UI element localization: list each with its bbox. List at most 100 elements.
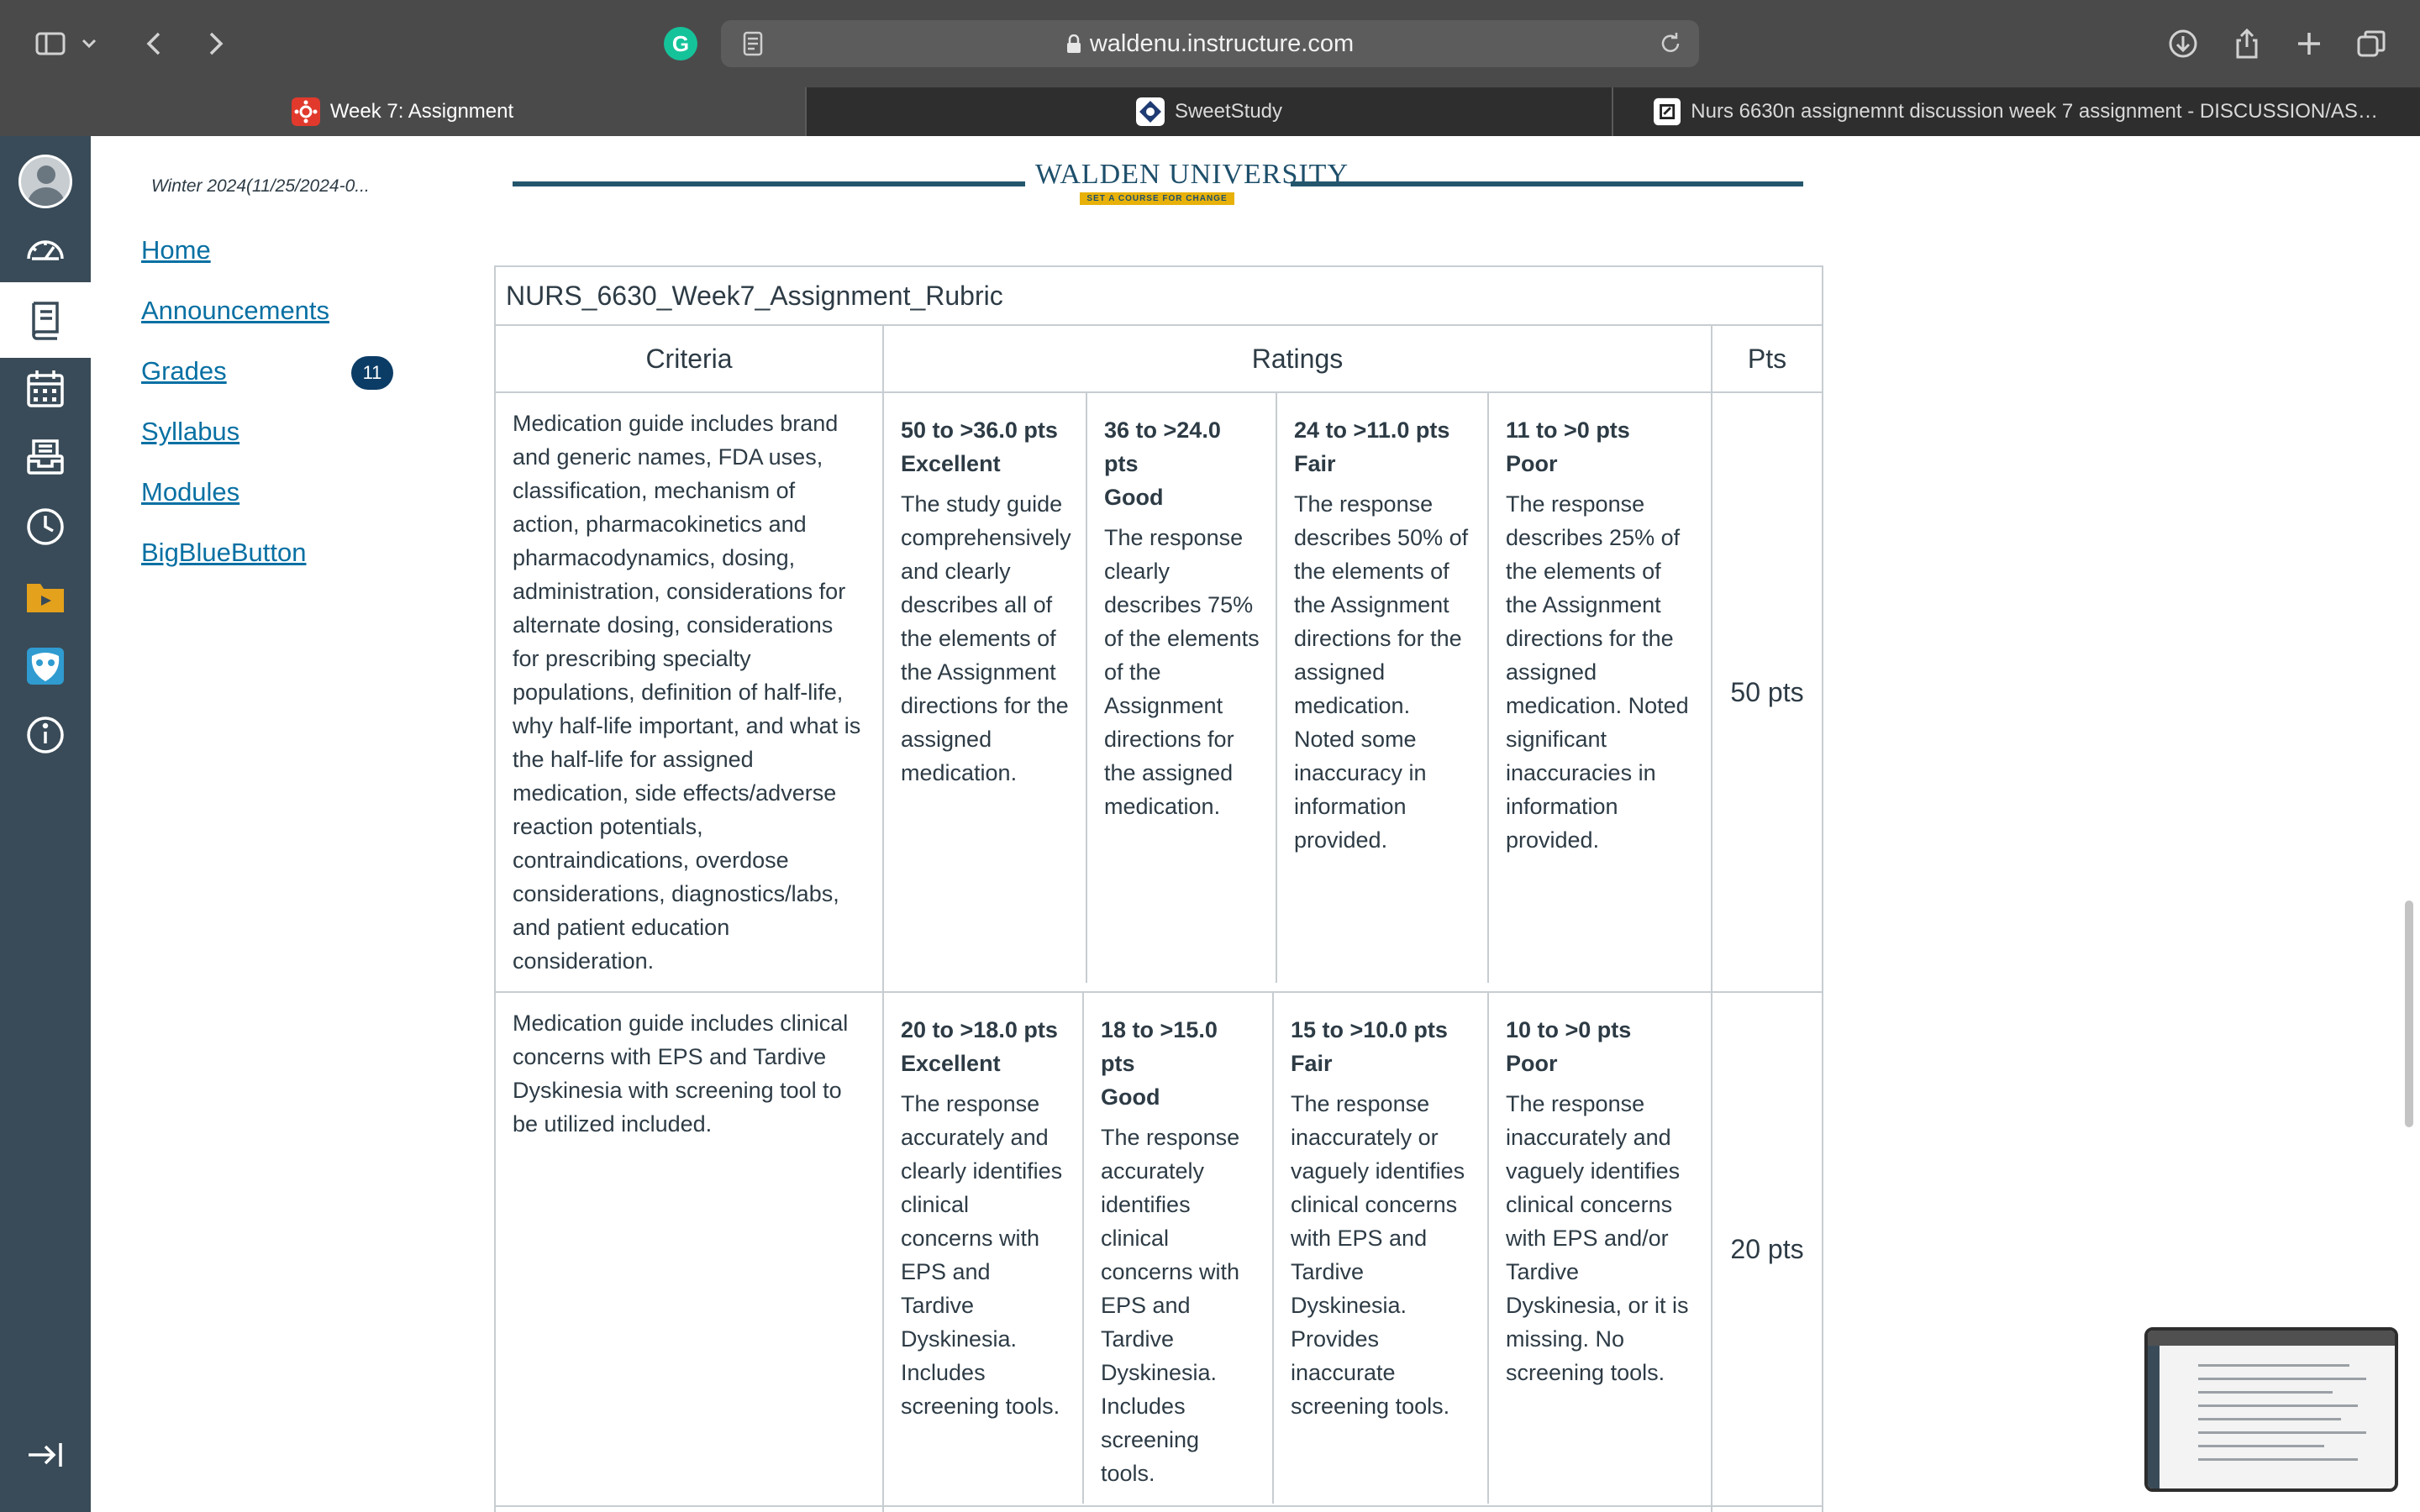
walden-logo-name: WALDEN UNIVERSITY	[1035, 159, 1349, 190]
course-nav-home[interactable]: Home	[141, 235, 211, 265]
rubric-row: Medication guide includes brand and gene…	[494, 391, 1823, 993]
course-nav-bigbluebutton[interactable]: BigBlueButton	[141, 538, 306, 568]
rating-name: Excellent	[901, 451, 1001, 476]
criterion-description	[494, 1505, 884, 1512]
thumbnail-line	[2198, 1431, 2366, 1434]
tab-title: Week 7: Assignment	[329, 100, 514, 123]
rating-name: Good	[1104, 485, 1164, 510]
ratings-cell	[882, 1505, 1712, 1512]
rating-description: The response describes 25% of the elemen…	[1506, 491, 1689, 853]
address-bar[interactable]: waldenu.instructure.com	[721, 20, 1699, 67]
ratings-cell: 20 to >18.0 pts Excellent The response a…	[882, 991, 1712, 1507]
calendar-icon[interactable]	[0, 351, 91, 427]
courses-icon[interactable]	[0, 282, 91, 358]
owl-tutoring-icon[interactable]	[0, 628, 91, 704]
rating-fair: 15 to >10.0 pts Fair The response inaccu…	[1274, 993, 1489, 1504]
reload-icon[interactable]	[1655, 29, 1686, 59]
criteria-header: Criteria	[494, 324, 884, 393]
rating-good: 18 to >15.0 pts Good The response accura…	[1084, 993, 1274, 1504]
rating-points: 11 to >0 pts	[1506, 417, 1630, 443]
dashboard-icon[interactable]	[0, 215, 91, 282]
thumbnail-line	[2198, 1404, 2358, 1407]
walden-university-banner: WALDEN UNIVERSITY SET A COURSE FOR CHANG…	[513, 160, 1803, 207]
download-icon[interactable]	[2158, 18, 2208, 69]
tab-overview-icon[interactable]	[2346, 18, 2396, 69]
global-navigation	[0, 136, 91, 1512]
rating-poor: 10 to >0 pts Poor The response inaccurat…	[1489, 993, 1709, 1504]
lock-icon	[1066, 34, 1081, 53]
course-nav-announcements[interactable]: Announcements	[141, 296, 329, 326]
tab-sweetstudy[interactable]: SweetStudy	[807, 87, 1612, 136]
rating-description: The response describes 50% of the elemen…	[1294, 491, 1469, 853]
rating-name: Poor	[1506, 451, 1558, 476]
thumbnail-sidebar	[2148, 1346, 2160, 1488]
rating-good: 36 to >24.0 pts Good The response clearl…	[1087, 393, 1277, 983]
chevron-down-icon[interactable]	[72, 18, 106, 69]
term-label: Winter 2024(11/25/2024-0...	[151, 176, 370, 196]
rating-name: Excellent	[901, 1051, 1001, 1076]
rubric-row: Medication guide includes clinical conce…	[494, 991, 1823, 1507]
tab-week7-assignment[interactable]: Week 7: Assignment	[0, 87, 805, 136]
sidebar-toggle-icon[interactable]	[25, 18, 76, 69]
rating-name: Good	[1101, 1084, 1160, 1110]
banner-rule	[513, 181, 1025, 186]
course-navigation: Winter 2024(11/25/2024-0... Home Announc…	[91, 136, 427, 1512]
inbox-icon[interactable]	[0, 420, 91, 496]
thumbnail-line	[2198, 1458, 2358, 1461]
thumbnail-line	[2198, 1391, 2333, 1394]
rating-poor: 11 to >0 pts Poor The response describes…	[1489, 393, 1709, 983]
course-nav-grades[interactable]: Grades	[141, 356, 227, 386]
rating-excellent: 50 to >36.0 pts Excellent The study guid…	[884, 393, 1087, 983]
page-scrollbar[interactable]	[2405, 900, 2413, 1127]
criterion-description: Medication guide includes brand and gene…	[494, 391, 884, 993]
grades-count-badge: 11	[351, 356, 393, 390]
walden-logo-tagline: SET A COURSE FOR CHANGE	[1080, 192, 1234, 205]
tab-title: SweetStudy	[1174, 100, 1283, 123]
history-clock-icon[interactable]	[0, 489, 91, 564]
rating-points: 20 to >18.0 pts	[901, 1017, 1058, 1042]
rating-points: 36 to >24.0 pts	[1104, 417, 1221, 476]
browser-toolbar: G waldenu.instructure.com	[0, 0, 2420, 87]
rating-name: Fair	[1294, 451, 1336, 476]
criterion-description: Medication guide includes clinical conce…	[494, 991, 884, 1507]
rating-name: Poor	[1506, 1051, 1558, 1076]
walden-logo: WALDEN UNIVERSITY SET A COURSE FOR CHANG…	[1035, 159, 1349, 205]
forward-icon[interactable]	[190, 18, 240, 69]
rating-description: The response inaccurately and vaguely id…	[1506, 1091, 1689, 1385]
account-avatar[interactable]	[0, 141, 91, 222]
grammarly-extension-icon[interactable]: G	[664, 27, 697, 60]
rating-points: 24 to >11.0 pts	[1294, 417, 1450, 443]
collapse-nav-icon[interactable]	[0, 1421, 91, 1488]
criterion-points	[1711, 1505, 1823, 1512]
rubric-title: NURS_6630_Week7_Assignment_Rubric	[494, 265, 1823, 326]
thumbnail-line	[2198, 1364, 2349, 1367]
rating-fair: 24 to >11.0 pts Fair The response descri…	[1277, 393, 1489, 983]
rating-description: The response accurately and clearly iden…	[901, 1091, 1063, 1419]
ratings-header: Ratings	[882, 324, 1712, 393]
banner-rule	[1291, 181, 1803, 186]
avatar-icon	[18, 155, 72, 208]
pts-header: Pts	[1711, 324, 1823, 393]
ratings-cell: 50 to >36.0 pts Excellent The study guid…	[882, 391, 1712, 993]
screenshot-thumbnail[interactable]	[2144, 1327, 2398, 1492]
rating-points: 18 to >15.0 pts	[1101, 1017, 1218, 1076]
share-icon[interactable]	[2222, 18, 2272, 69]
studio-folder-icon[interactable]	[0, 558, 91, 633]
thumbnail-line	[2198, 1378, 2366, 1380]
sweetstudy-favicon-icon	[1135, 97, 1165, 126]
help-info-icon[interactable]	[0, 697, 91, 773]
new-tab-icon[interactable]	[2284, 18, 2334, 69]
rating-description: The response accurately identifies clini…	[1101, 1125, 1240, 1486]
tab-nurs-6630n-discussion[interactable]: Nurs 6630n assignemnt discussion week 7 …	[1613, 87, 2420, 136]
rubric-table: NURS_6630_Week7_Assignment_Rubric Criter…	[494, 265, 1823, 1512]
rating-points: 50 to >36.0 pts	[901, 417, 1058, 443]
document-favicon-icon	[1654, 97, 1681, 126]
thumbnail-line	[2198, 1445, 2324, 1447]
criterion-points: 50 pts	[1711, 391, 1823, 993]
course-nav-syllabus[interactable]: Syllabus	[141, 417, 239, 447]
course-nav-modules[interactable]: Modules	[141, 477, 239, 507]
rating-name: Fair	[1291, 1051, 1333, 1076]
thumbnail-line	[2198, 1418, 2341, 1420]
tab-title: Nurs 6630n assignemnt discussion week 7 …	[1691, 100, 2386, 123]
back-icon[interactable]	[129, 18, 180, 69]
